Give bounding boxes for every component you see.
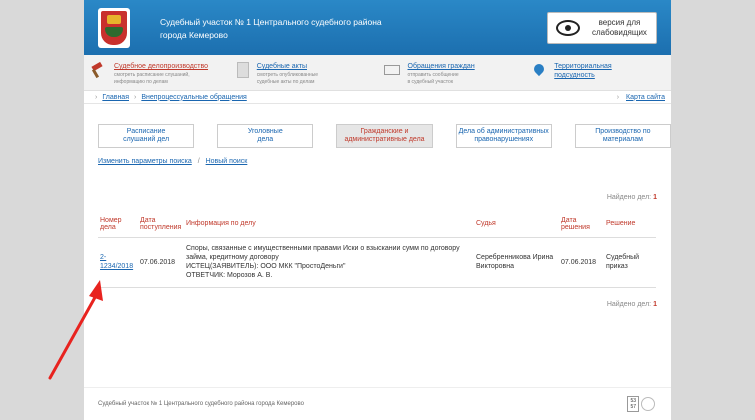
col-decision-date: Дата решения — [559, 211, 604, 238]
site-header: Судебный участок № 1 Центрального судебн… — [84, 0, 671, 55]
hammer-icon — [90, 62, 106, 78]
chevron-right-icon: › — [616, 93, 620, 101]
tab-materials[interactable]: Производство по материалам — [574, 124, 672, 148]
chevron-right-icon: › — [95, 93, 98, 101]
mail-icon — [383, 65, 400, 75]
service-court-proceedings[interactable]: Судебное делопроизводство смотреть распи… — [84, 55, 231, 90]
service-territorial-jurisdiction[interactable]: Территориальная подсудность — [524, 55, 671, 90]
case-date: 07.06.2018 — [138, 237, 184, 288]
site-title[interactable]: Судебный участок № 1 Центрального судебн… — [160, 16, 382, 42]
breadcrumb: › Главная › Внепроцессуальные обращения … — [84, 91, 671, 104]
search-links: Изменить параметры поиска / Новый поиск — [98, 158, 248, 165]
case-number-link[interactable]: 2- 1234/2018 — [100, 254, 133, 270]
eye-icon — [556, 20, 580, 36]
visit-counter[interactable]: 53 57 — [627, 396, 655, 412]
service-court-acts[interactable]: Судебные акты смотреть опубликованные су… — [231, 55, 378, 90]
service-citizen-appeals[interactable]: Обращения граждан отправить сообщение в … — [378, 55, 525, 90]
tab-civil-admin-cases[interactable]: Гражданские и административные дела — [336, 124, 433, 148]
col-decision: Решение — [604, 211, 656, 238]
sitemap-link[interactable]: Карта сайта — [626, 94, 665, 101]
visually-impaired-version-button[interactable]: версия для слабовидящих — [547, 12, 657, 44]
counter-icon — [641, 397, 655, 411]
col-number: Номер дела — [98, 211, 138, 238]
chevron-right-icon: › — [134, 93, 137, 101]
document-icon — [236, 62, 249, 78]
tab-admin-offenses[interactable]: Дела об административных правонарушениях — [455, 124, 552, 148]
found-count-bottom: Найдено дел: 1 — [606, 301, 657, 308]
table-row: 2- 1234/2018 07.06.2018 Споры, связанные … — [98, 237, 656, 288]
case-judge: Серебренникова Ирина Викторовна — [474, 237, 559, 288]
case-info: Споры, связанные с имущественными правам… — [184, 237, 474, 288]
col-judge: Судья — [474, 211, 559, 238]
col-info: Информация по делу — [184, 211, 474, 238]
found-count-top: Найдено дел: 1 — [606, 194, 657, 201]
tab-hearing-schedule[interactable]: Расписание слушаний дел — [98, 124, 195, 148]
case-decision: Судебный приказ — [604, 237, 656, 288]
site-footer: Судебный участок № 1 Центрального судебн… — [84, 387, 671, 420]
services-bar: Судебное делопроизводство смотреть распи… — [84, 55, 671, 91]
case-decision-date: 07.06.2018 — [559, 237, 604, 288]
case-category-tabs: Расписание слушаний дел Уголовные дела Гра… — [84, 104, 672, 148]
change-search-link[interactable]: Изменить параметры поиска — [98, 158, 192, 165]
breadcrumb-home-link[interactable]: Главная — [102, 94, 129, 101]
footer-text: Судебный участок № 1 Центрального судебн… — [98, 401, 304, 407]
cases-table: Номер дела Дата поступления Информация по … — [98, 211, 656, 288]
new-search-link[interactable]: Новый поиск — [206, 158, 248, 165]
breadcrumb-current-link[interactable]: Внепроцессуальные обращения — [141, 94, 246, 101]
coat-of-arms-logo[interactable] — [98, 8, 130, 48]
map-pin-icon — [532, 61, 547, 77]
col-date: Дата поступления — [138, 211, 184, 238]
table-header-row: Номер дела Дата поступления Информация по … — [98, 211, 656, 238]
tab-criminal-cases[interactable]: Уголовные дела — [217, 124, 314, 148]
page: Судебный участок № 1 Центрального судебн… — [84, 0, 672, 420]
